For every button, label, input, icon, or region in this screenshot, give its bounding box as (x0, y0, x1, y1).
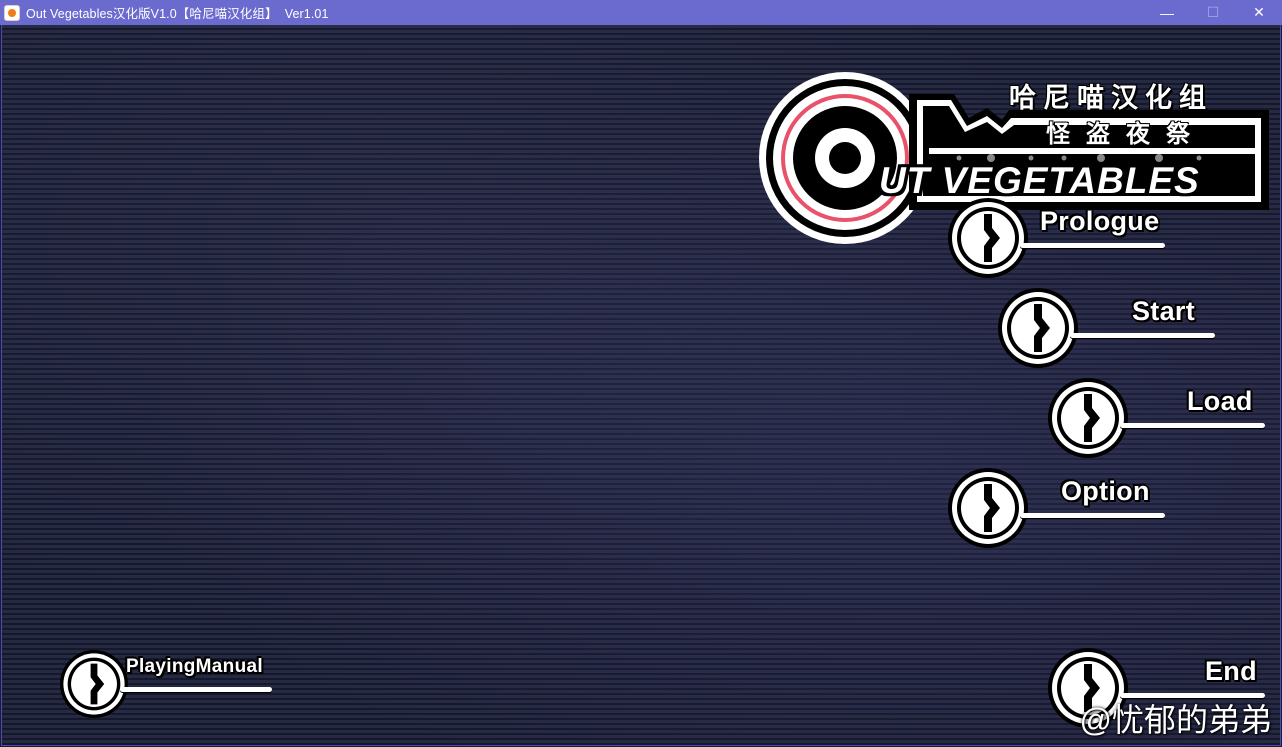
watermark-text: @忧郁的弟弟 (1079, 702, 1273, 738)
prologue-label: Prologue (1040, 206, 1160, 236)
ring-icon (948, 468, 1028, 548)
button-underline (1020, 513, 1165, 518)
minimize-button[interactable]: — (1144, 0, 1190, 25)
window-controls: — ☐ ✕ (1144, 0, 1282, 25)
logo-group-name: 哈尼喵汉化组 (1009, 83, 1213, 113)
close-button[interactable]: ✕ (1236, 0, 1282, 25)
button-underline (1120, 423, 1265, 428)
button-underline (1020, 243, 1165, 248)
start-label: Start (1132, 296, 1196, 326)
app-icon (4, 4, 20, 21)
end-label: End (1205, 656, 1257, 686)
logo-subtitle: 怪盗夜祭 (1046, 121, 1206, 148)
button-underline (120, 687, 272, 692)
playing-manual-label: PlayingManual (126, 656, 263, 677)
load-label: Load (1187, 386, 1253, 416)
button-underline (1070, 333, 1215, 338)
game-canvas: 哈尼喵汉化组 怪盗夜祭 UT VEGETABLES Prologue Start… (1, 25, 1281, 746)
window-titlebar: Out Vegetables汉化版V1.0【哈尼喵汉化组】 Ver1.01 — … (0, 0, 1282, 25)
maximize-button[interactable]: ☐ (1190, 0, 1236, 25)
logo-title: UT VEGETABLES (879, 160, 1200, 201)
ring-icon (60, 650, 128, 718)
option-label: Option (1061, 476, 1150, 506)
ring-icon (998, 288, 1078, 368)
ring-icon (948, 198, 1028, 278)
ring-icon (1048, 378, 1128, 458)
window-title: Out Vegetables汉化版V1.0【哈尼喵汉化组】 Ver1.01 (26, 7, 329, 21)
